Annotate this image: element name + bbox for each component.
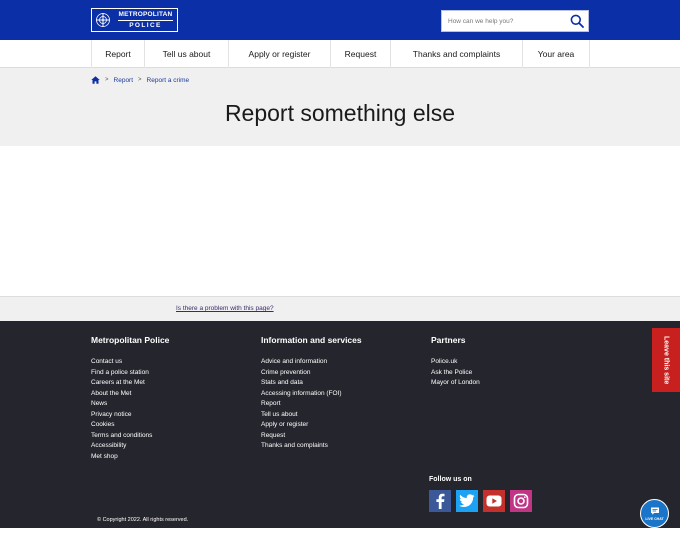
home-icon[interactable] bbox=[91, 76, 100, 84]
footer-link-cookies[interactable]: Cookies bbox=[91, 421, 114, 428]
logo-line-2: POLICE bbox=[118, 20, 173, 30]
footer-link-report[interactable]: Report bbox=[261, 400, 281, 407]
footer-link-apply-or-register[interactable]: Apply or register bbox=[261, 421, 308, 428]
footer-column-met-police: Metropolitan Police Contact us Find a po… bbox=[91, 335, 169, 462]
site-footer: Metropolitan Police Contact us Find a po… bbox=[0, 321, 680, 528]
nav-item-apply-or-register[interactable]: Apply or register bbox=[229, 40, 331, 68]
footer-link-thanks-and-complaints[interactable]: Thanks and complaints bbox=[261, 442, 328, 449]
search-box bbox=[441, 10, 589, 32]
page-title: Report something else bbox=[224, 100, 456, 126]
copyright-text: © Copyright 2022. All rights reserved. bbox=[97, 517, 189, 523]
instagram-link[interactable] bbox=[510, 490, 532, 512]
breadcrumb-report[interactable]: Report bbox=[114, 77, 134, 84]
chat-bubble-icon bbox=[650, 507, 659, 515]
nav-item-tell-us-about[interactable]: Tell us about bbox=[145, 40, 229, 68]
search-input[interactable] bbox=[442, 11, 564, 31]
nav-item-request[interactable]: Request bbox=[331, 40, 391, 68]
facebook-link[interactable] bbox=[429, 490, 451, 512]
leave-this-site-button[interactable]: Leave this site bbox=[652, 328, 680, 392]
breadcrumb-separator: > bbox=[105, 77, 109, 83]
youtube-icon bbox=[486, 495, 502, 507]
main-navigation: Report Tell us about Apply or register R… bbox=[0, 40, 680, 68]
footer-link-request[interactable]: Request bbox=[261, 432, 285, 439]
facebook-icon bbox=[436, 493, 445, 509]
footer-link-ask-the-police[interactable]: Ask the Police bbox=[431, 369, 472, 376]
footer-column-information: Information and services Advice and info… bbox=[261, 335, 362, 452]
footer-link-advice[interactable]: Advice and information bbox=[261, 358, 327, 365]
report-problem-link[interactable]: Is there a problem with this page? bbox=[176, 305, 274, 312]
search-button[interactable] bbox=[568, 12, 586, 30]
nav-item-report[interactable]: Report bbox=[91, 40, 145, 68]
footer-link-about-the-met[interactable]: About the Met bbox=[91, 390, 131, 397]
twitter-link[interactable] bbox=[456, 490, 478, 512]
met-police-logo[interactable]: METROPOLITAN POLICE bbox=[91, 8, 178, 32]
footer-column-partners: Partners Police.uk Ask the Police Mayor … bbox=[431, 335, 480, 389]
search-icon bbox=[570, 14, 584, 28]
footer-link-met-shop[interactable]: Met shop bbox=[91, 453, 118, 460]
instagram-icon bbox=[513, 493, 529, 509]
top-header: METROPOLITAN POLICE bbox=[0, 0, 680, 40]
footer-link-contact-us[interactable]: Contact us bbox=[91, 358, 122, 365]
twitter-icon bbox=[459, 494, 475, 507]
page-feedback-bar: Is there a problem with this page? bbox=[0, 296, 680, 321]
footer-link-mayor-of-london[interactable]: Mayor of London bbox=[431, 379, 480, 386]
footer-link-find-a-police-station[interactable]: Find a police station bbox=[91, 369, 149, 376]
footer-column-title: Information and services bbox=[261, 335, 362, 345]
footer-link-police-uk[interactable]: Police.uk bbox=[431, 358, 457, 365]
footer-link-news[interactable]: News bbox=[91, 400, 107, 407]
footer-link-tell-us-about[interactable]: Tell us about bbox=[261, 411, 298, 418]
nav-item-your-area[interactable]: Your area bbox=[523, 40, 590, 68]
footer-link-accessibility[interactable]: Accessibility bbox=[91, 442, 126, 449]
footer-link-careers[interactable]: Careers at the Met bbox=[91, 379, 145, 386]
live-chat-button[interactable]: LIVE CHAT bbox=[640, 499, 669, 528]
footer-link-crime-prevention[interactable]: Crime prevention bbox=[261, 369, 311, 376]
live-chat-label: LIVE CHAT bbox=[645, 517, 664, 521]
footer-link-privacy-notice[interactable]: Privacy notice bbox=[91, 411, 131, 418]
logo-line-1: METROPOLITAN bbox=[118, 11, 173, 18]
follow-us-label: Follow us on bbox=[429, 476, 472, 483]
page-hero: > Report > Report a crime Report somethi… bbox=[0, 68, 680, 146]
logo-text: METROPOLITAN POLICE bbox=[114, 10, 177, 30]
nav-item-thanks-and-complaints[interactable]: Thanks and complaints bbox=[391, 40, 523, 68]
footer-column-title: Partners bbox=[431, 335, 466, 345]
youtube-link[interactable] bbox=[483, 490, 505, 512]
breadcrumb: > Report > Report a crime bbox=[91, 76, 189, 84]
leave-this-site-label: Leave this site bbox=[662, 335, 670, 385]
footer-column-title: Metropolitan Police bbox=[91, 335, 170, 345]
breadcrumb-separator: > bbox=[138, 77, 142, 83]
footer-link-foi[interactable]: Accessing information (FOI) bbox=[261, 390, 342, 397]
footer-link-stats[interactable]: Stats and data bbox=[261, 379, 303, 386]
crest-icon bbox=[92, 9, 114, 31]
breadcrumb-report-a-crime[interactable]: Report a crime bbox=[147, 77, 190, 84]
footer-link-terms[interactable]: Terms and conditions bbox=[91, 432, 152, 439]
